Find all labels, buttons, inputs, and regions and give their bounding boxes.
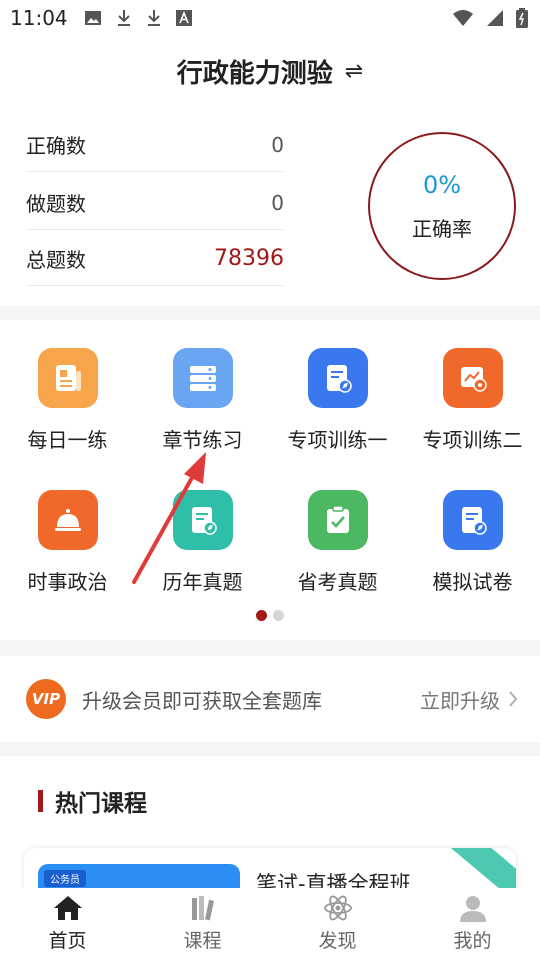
- bottom-tab-bar: 首页 课程 发现 我的: [0, 888, 540, 960]
- battery-icon: [516, 8, 528, 28]
- vip-badge-icon: VIP: [26, 679, 66, 719]
- font-a-icon: [175, 10, 192, 26]
- grid-item-label: 每日一练: [27, 428, 108, 452]
- person-icon: [459, 896, 486, 922]
- stat-correct-row: 正确数 0: [26, 118, 284, 172]
- tab-label: 发现: [318, 930, 357, 952]
- atom-icon: [323, 895, 352, 921]
- switch-subject-icon[interactable]: ⇌: [345, 59, 363, 84]
- status-time: 11:04: [10, 6, 68, 30]
- stat-value: 0: [271, 190, 284, 215]
- course-tag: 公务员: [44, 870, 86, 887]
- grid-item-label: 历年真题: [162, 570, 243, 594]
- grid-item-label: 专项训练一: [287, 428, 388, 452]
- upgrade-button[interactable]: 立即升级: [420, 685, 518, 714]
- grid-item-special-2[interactable]: 专项训练二: [405, 348, 540, 453]
- clipboard-check-icon: [307, 490, 368, 550]
- tab-label: 我的: [453, 930, 492, 952]
- hot-courses-section: 热门课程 公务员 笔试-直播全程班: [0, 756, 540, 896]
- home-icon: [53, 896, 82, 920]
- chart-gear-icon: [442, 348, 503, 408]
- section-title: 热门课程: [55, 791, 147, 817]
- accuracy-value: 0%: [422, 170, 462, 199]
- server-list-icon: [172, 348, 233, 408]
- grid-item-chapter[interactable]: 章节练习: [135, 348, 270, 453]
- grid-item-mock[interactable]: 模拟试卷: [405, 490, 540, 595]
- tab-courses[interactable]: 课程: [135, 888, 270, 960]
- tab-label: 首页: [48, 930, 87, 952]
- grid-item-label: 模拟试卷: [432, 570, 513, 594]
- section-header: 热门课程: [38, 784, 147, 818]
- page-title[interactable]: 行政能力测验: [177, 53, 333, 90]
- grid-item-daily[interactable]: 每日一练: [0, 348, 135, 453]
- stat-total-row: 总题数 78396: [26, 232, 284, 286]
- page-indicator: [0, 610, 540, 621]
- books-icon: [191, 896, 214, 921]
- tab-profile[interactable]: 我的: [405, 888, 540, 960]
- grid-item-label: 专项训练二: [422, 428, 523, 452]
- status-bar: 11:04: [0, 0, 540, 36]
- stat-value: 0: [271, 132, 284, 157]
- vip-banner[interactable]: VIP 升级会员即可获取全套题库 立即升级: [0, 656, 540, 742]
- stat-done-row: 做题数 0: [26, 176, 284, 230]
- grid-item-politics[interactable]: 时事政治: [0, 490, 135, 595]
- grid-item-label: 省考真题: [297, 570, 378, 594]
- newspaper-icon: [37, 348, 98, 408]
- vip-text: 升级会员即可获取全套题库: [82, 688, 322, 713]
- stat-label: 总题数: [26, 248, 86, 272]
- tab-discover[interactable]: 发现: [270, 888, 405, 960]
- document-compass-icon: [172, 490, 233, 550]
- section-accent-bar: [38, 790, 43, 812]
- service-bell-icon: [37, 490, 98, 550]
- grid-item-special-1[interactable]: 专项训练一: [270, 348, 405, 453]
- grid-item-label: 时事政治: [27, 570, 108, 594]
- system-icons: [452, 8, 528, 28]
- page-header: 行政能力测验 ⇌: [0, 36, 540, 106]
- grid-item-past-exams[interactable]: 历年真题: [135, 490, 270, 595]
- document-compass-icon: [307, 348, 368, 408]
- stat-label: 正确数: [26, 134, 86, 158]
- tab-label: 课程: [183, 930, 222, 952]
- stat-value: 78396: [214, 246, 284, 271]
- tab-home[interactable]: 首页: [0, 888, 135, 960]
- notification-icons: [84, 9, 192, 27]
- download-icon-2: [147, 10, 160, 26]
- image-icon: [84, 11, 101, 25]
- signal-icon: [487, 10, 503, 26]
- wifi-icon: [453, 10, 473, 26]
- download-icon: [117, 10, 130, 26]
- grid-item-provincial[interactable]: 省考真题: [270, 490, 405, 595]
- accuracy-ring: 0% 正确率: [368, 132, 516, 280]
- page-dot[interactable]: [273, 610, 284, 621]
- accuracy-label: 正确率: [412, 216, 472, 241]
- feature-grid: 每日一练 章节练习 专项训练一 专项训练二 时事政治 历年真题 省考真题 模拟试…: [0, 320, 540, 640]
- stats-panel: 正确数 0 做题数 0 总题数 78396 0% 正确率: [0, 106, 540, 306]
- upgrade-label: 立即升级: [420, 688, 500, 713]
- stat-label: 做题数: [26, 192, 86, 216]
- grid-item-label: 章节练习: [162, 428, 243, 452]
- chevron-right-icon: [509, 691, 518, 707]
- page-dot-active[interactable]: [256, 610, 267, 621]
- document-compass-icon: [442, 490, 503, 550]
